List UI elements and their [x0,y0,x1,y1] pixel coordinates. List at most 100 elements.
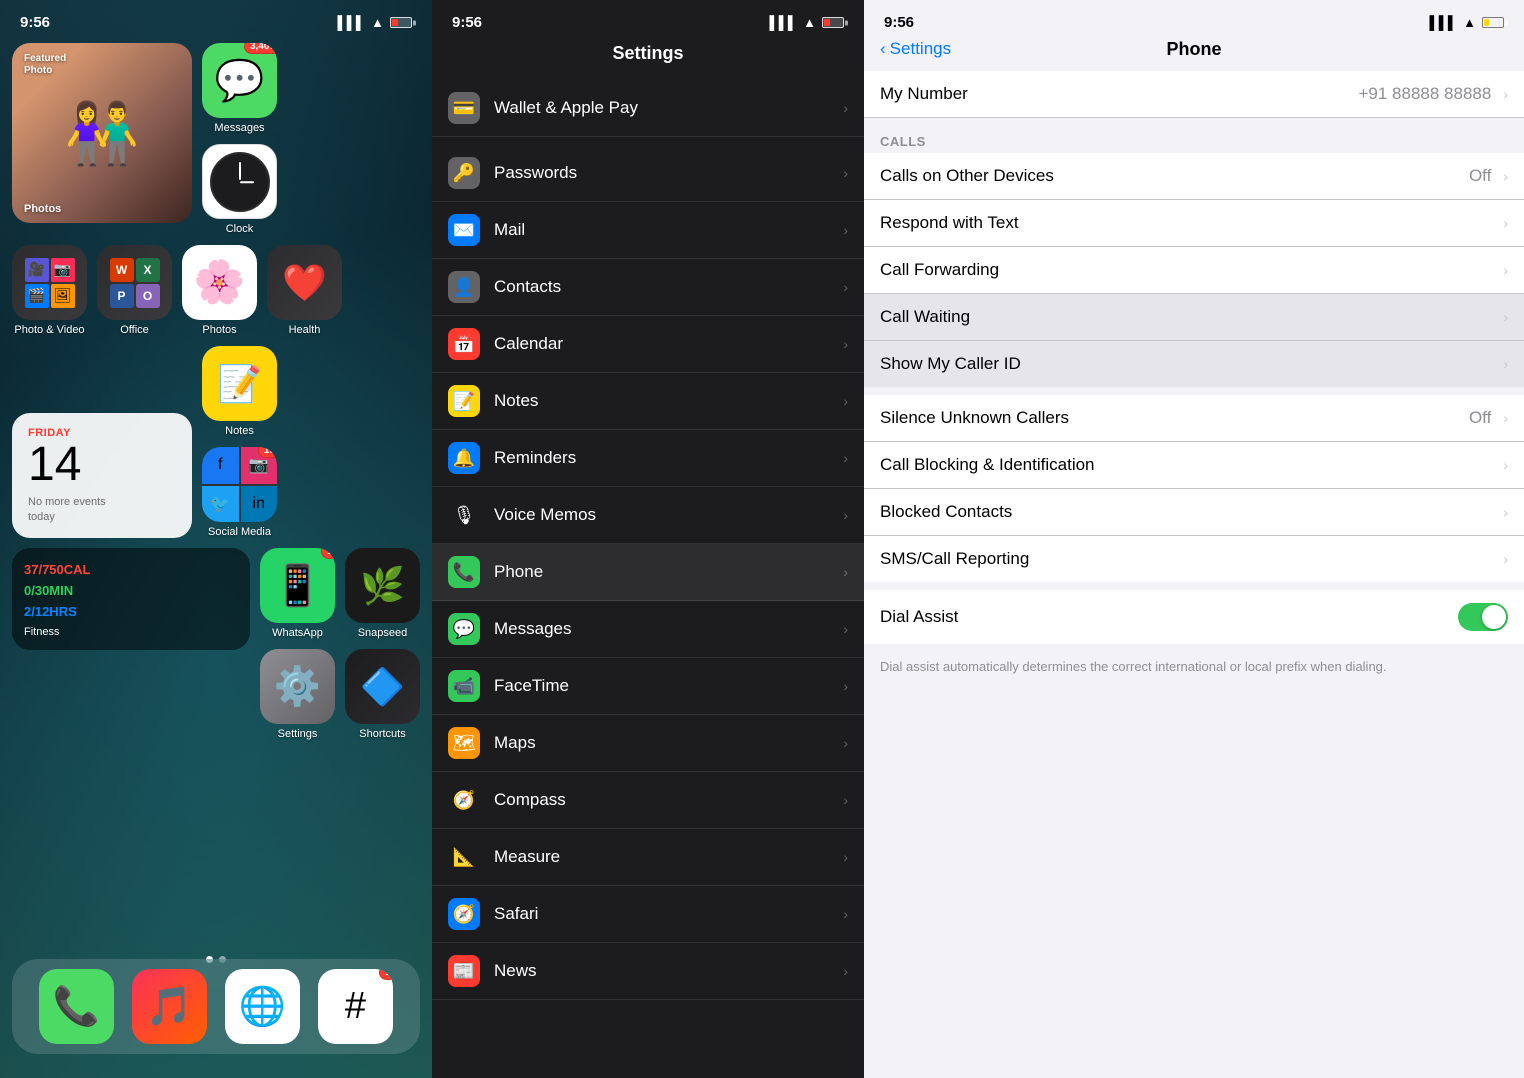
phone-settings-label: Phone [494,562,829,582]
app-col-1: 💬 3,407 Messages Clock [202,43,277,235]
home-row-3: FRIDAY 14 No more eventstoday 📝 Notes f … [12,346,420,538]
settings-item-notes[interactable]: 📝 Notes › [432,373,864,430]
slack-dock-icon[interactable]: # 1 [318,969,393,1044]
call-waiting-item[interactable]: Call Waiting › [864,294,1524,341]
show-caller-id-item[interactable]: Show My Caller ID › [864,341,1524,387]
home-row-2: 🎥 📷 🎬 🖼 Photo & Video W X P O [12,245,420,336]
health-icon[interactable]: ❤️ Health [267,245,342,336]
settings-item-calendar[interactable]: 📅 Calendar › [432,316,864,373]
call-waiting-label: Call Waiting [880,307,1491,327]
settings-item-phone[interactable]: 📞 Phone › [432,544,864,601]
settings-item-facetime[interactable]: 📹 FaceTime › [432,658,864,715]
fitness-hours: 2/12HRS [24,602,238,623]
dial-assist-label: Dial Assist [880,607,1446,627]
dial-assist-toggle[interactable] [1458,603,1508,631]
office-icon[interactable]: W X P O Office [97,245,172,336]
photos-app-icon[interactable]: 🌸 Photos [182,245,257,336]
clock-label: Clock [226,223,254,235]
photos-widget-label: Photos [24,203,61,215]
compass-chevron: › [843,792,848,808]
settings-item-maps[interactable]: 🗺 Maps › [432,715,864,772]
signal-icon: ▌▌▌ [337,15,365,30]
whatsapp-icon[interactable]: 📱 1 WhatsApp [260,548,335,639]
back-button[interactable]: ‹ Settings [880,39,951,59]
settings-item-contacts[interactable]: 👤 Contacts › [432,259,864,316]
social-icon[interactable]: f 📷 🐦 in 10 Social Media [202,447,277,538]
news-chevron: › [843,963,848,979]
settings-item-messages[interactable]: 💬 Messages › [432,601,864,658]
mail-label: Mail [494,220,829,240]
respond-text-item[interactable]: Respond with Text › [864,200,1524,247]
status-icons-settings: ▌▌▌ ▲ [769,15,844,30]
call-blocking-chevron: › [1503,457,1508,473]
snapseed-label: Snapseed [358,627,408,639]
settings-home-icon[interactable]: ⚙️ Settings [260,649,335,740]
app-col-4: 🌿 Snapseed 🔷 Shortcuts [345,548,420,740]
shortcuts-icon[interactable]: 🔷 Shortcuts [345,649,420,740]
silence-unknown-value: Off [1469,408,1491,428]
notes-icon[interactable]: 📝 Notes [202,346,277,437]
music-dock-img: 🎵 [132,969,207,1044]
settings-item-passwords[interactable]: 🔑 Passwords › [432,145,864,202]
settings-item-compass[interactable]: 🧭 Compass › [432,772,864,829]
messages-settings-chevron: › [843,621,848,637]
fitness-widget[interactable]: 37/750CAL 0/30MIN 2/12HRS Fitness [12,548,250,650]
voicememos-label: Voice Memos [494,505,829,525]
pv-cell-2: 📷 [51,258,75,282]
sms-reporting-label: SMS/Call Reporting [880,549,1491,569]
home-row-1: 👫 FeaturedPhoto Photos 💬 3,407 Messages [12,43,420,235]
phone-chevron: › [843,564,848,580]
fitness-calories: 37/750CAL [24,560,238,581]
blocked-contacts-label: Blocked Contacts [880,502,1491,522]
messages-label: Messages [214,122,264,134]
call-blocking-item[interactable]: Call Blocking & Identification › [864,442,1524,489]
calls-other-devices-item[interactable]: Calls on Other Devices Off › [864,153,1524,200]
music-dock-icon[interactable]: 🎵 [132,969,207,1044]
settings-item-wallet[interactable]: 💳 Wallet & Apple Pay › [432,80,864,137]
notes-glyph: 📝 [217,363,262,405]
silence-unknown-item[interactable]: Silence Unknown Callers Off › [864,395,1524,442]
my-number-item[interactable]: My Number +91 88888 88888 › [864,71,1524,118]
call-forwarding-item[interactable]: Call Forwarding › [864,247,1524,294]
voicememos-icon: 🎙 [448,499,480,531]
settings-item-reminders[interactable]: 🔔 Reminders › [432,430,864,487]
photo-video-icon[interactable]: 🎥 📷 🎬 🖼 Photo & Video [12,245,87,336]
blocked-contacts-item[interactable]: Blocked Contacts › [864,489,1524,536]
settings-home-label: Settings [278,728,318,740]
calendar-event: No more eventstoday [28,495,176,524]
chrome-dock-icon[interactable]: 🌐 [225,969,300,1044]
measure-label: Measure [494,847,829,867]
battery-icon-settings [822,17,844,28]
calendar-widget[interactable]: FRIDAY 14 No more eventstoday [12,413,192,538]
app-col-2: 📝 Notes f 📷 🐦 in 10 Social Media [202,346,277,538]
blocking-section: Silence Unknown Callers Off › Call Block… [864,395,1524,582]
phone-nav: ‹ Settings Phone [864,35,1524,71]
messages-icon[interactable]: 💬 3,407 Messages [202,43,277,134]
contacts-icon: 👤 [448,271,480,303]
contacts-chevron: › [843,279,848,295]
snapseed-icon[interactable]: 🌿 Snapseed [345,548,420,639]
clock-icon[interactable]: Clock [202,144,277,235]
my-number-section: My Number +91 88888 88888 › [864,71,1524,118]
voicememos-chevron: › [843,507,848,523]
shortcuts-label: Shortcuts [359,728,405,740]
maps-chevron: › [843,735,848,751]
settings-item-safari[interactable]: 🧭 Safari › [432,886,864,943]
sms-reporting-item[interactable]: SMS/Call Reporting › [864,536,1524,582]
settings-item-voicememos[interactable]: 🎙 Voice Memos › [432,487,864,544]
settings-item-mail[interactable]: ✉️ Mail › [432,202,864,259]
signal-icon-settings: ▌▌▌ [769,15,797,30]
time-phone: 9:56 [884,14,914,31]
photos-widget[interactable]: 👫 FeaturedPhoto Photos [12,43,192,223]
settings-item-news[interactable]: 📰 News › [432,943,864,1000]
settings-item-measure[interactable]: 📐 Measure › [432,829,864,886]
messages-icon-img: 💬 3,407 [202,43,277,118]
clock-icon-img [202,144,277,219]
status-icons-phone: ▌▌▌ ▲ [1429,15,1504,30]
phone-dock-icon[interactable]: 📞 [39,969,114,1044]
messages-glyph: 💬 [215,57,265,104]
dial-assist-item[interactable]: Dial Assist [864,590,1524,644]
app-col-3: 📱 1 WhatsApp ⚙️ Settings [260,548,335,740]
phone-content: My Number +91 88888 88888 › CALLS Calls … [864,71,1524,1078]
battery-icon-phone [1482,17,1504,28]
